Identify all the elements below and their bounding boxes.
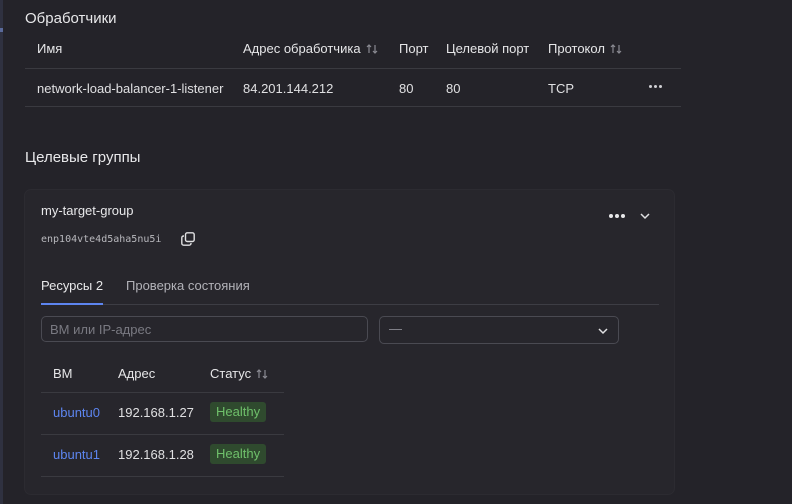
listener-name: network-load-balancer-1-listener bbox=[37, 81, 224, 96]
target-groups-section-title: Целевые группы bbox=[25, 149, 141, 166]
table-row: ubuntu1 192.168.1.28 Healthy bbox=[41, 435, 284, 477]
more-icon[interactable] bbox=[609, 214, 625, 218]
target-group-tabs: Ресурсы 2 Проверка состояния bbox=[41, 278, 659, 305]
column-header-address: Адрес bbox=[118, 366, 156, 381]
listeners-table: Имя Адрес обработчика Порт Целевой порт … bbox=[25, 34, 681, 107]
listener-port: 80 bbox=[399, 81, 414, 96]
sort-icon[interactable] bbox=[365, 43, 379, 55]
column-header-listener-address[interactable]: Адрес обработчика bbox=[243, 41, 379, 56]
listener-target-port: 80 bbox=[446, 81, 461, 96]
target-group-card: my-target-group enp104vte4d5aha5nu5i Рес… bbox=[25, 190, 674, 494]
sort-icon[interactable] bbox=[609, 43, 623, 55]
listener-address: 84.201.144.212 bbox=[243, 81, 334, 96]
search-input[interactable] bbox=[41, 316, 368, 342]
chevron-down-icon bbox=[598, 328, 608, 335]
column-header-status[interactable]: Статус bbox=[210, 366, 269, 381]
vm-link[interactable]: ubuntu0 bbox=[53, 405, 100, 420]
listeners-section-title: Обработчики bbox=[25, 10, 117, 27]
listener-protocol: TCP bbox=[548, 81, 574, 96]
vm-link[interactable]: ubuntu1 bbox=[53, 447, 100, 462]
resources-table-header: ВМ Адрес Статус bbox=[41, 354, 284, 393]
listeners-table-header: Имя Адрес обработчика Порт Целевой порт … bbox=[25, 34, 681, 69]
column-header-name: Имя bbox=[37, 41, 63, 56]
target-group-name: my-target-group bbox=[41, 203, 134, 218]
chevron-down-icon[interactable] bbox=[639, 210, 651, 222]
target-group-id: enp104vte4d5aha5nu5i bbox=[41, 234, 162, 245]
tab-resources[interactable]: Ресурсы 2 bbox=[41, 278, 104, 305]
copy-icon[interactable] bbox=[181, 232, 195, 246]
vm-address: 192.168.1.28 bbox=[118, 447, 194, 462]
more-icon[interactable] bbox=[649, 85, 662, 88]
sort-icon[interactable] bbox=[255, 368, 269, 380]
column-header-target-port: Целевой порт bbox=[446, 41, 530, 56]
status-filter-select[interactable]: — bbox=[379, 316, 619, 344]
column-header-vm: ВМ bbox=[53, 366, 73, 381]
column-header-protocol[interactable]: Протокол bbox=[548, 41, 623, 56]
column-header-port: Порт bbox=[399, 41, 429, 56]
status-badge: Healthy bbox=[210, 444, 267, 464]
left-edge-bar bbox=[0, 0, 3, 504]
status-badge: Healthy bbox=[210, 402, 267, 422]
table-row: ubuntu0 192.168.1.27 Healthy bbox=[41, 393, 284, 435]
vm-address: 192.168.1.27 bbox=[118, 405, 194, 420]
tab-health-check[interactable]: Проверка состояния bbox=[126, 278, 250, 303]
table-row: network-load-balancer-1-listener 84.201.… bbox=[25, 68, 681, 107]
status-filter-value: — bbox=[389, 321, 402, 336]
left-edge-marker bbox=[0, 28, 3, 32]
